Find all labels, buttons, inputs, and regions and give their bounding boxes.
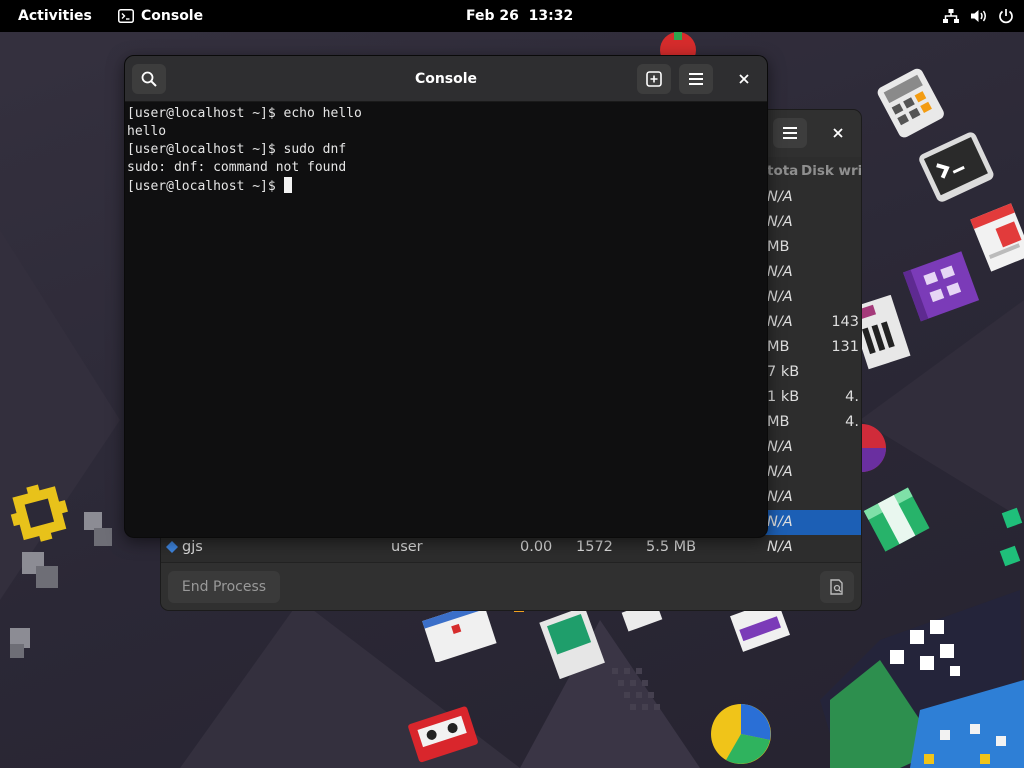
- end-process-button[interactable]: End Process: [168, 571, 280, 603]
- column-header-disk-total[interactable]: tota: [767, 157, 798, 185]
- column-header-disk-write[interactable]: Disk writ: [801, 157, 861, 185]
- green-package-icon: [863, 487, 930, 552]
- process-disk: N/A: [767, 539, 793, 555]
- terminal-line: [user@localhost ~]$ echo hello: [127, 106, 362, 121]
- terminal-app-icon: [919, 132, 994, 202]
- terminal-line: sudo: dnf: command not found: [127, 160, 347, 175]
- clock-time: 13:32: [528, 8, 574, 24]
- app-menu-label: Console: [141, 8, 204, 24]
- document-search-icon: [830, 579, 843, 595]
- process-memory: 5.5 MB: [646, 539, 697, 555]
- process-id: 1572: [576, 539, 613, 555]
- card-icon-purple: [730, 604, 791, 652]
- search-icon: [141, 71, 157, 87]
- main-menu-button[interactable]: [679, 64, 713, 94]
- system-monitor-close-button[interactable]: [826, 121, 850, 145]
- clock-date: Feb 26: [466, 8, 519, 24]
- terminal-line: hello: [127, 124, 167, 139]
- power-icon: [999, 9, 1013, 24]
- terminal-prompt-line: [user@localhost ~]$: [127, 177, 765, 195]
- cassette-icon: [408, 706, 478, 763]
- console-app-icon: [118, 9, 134, 23]
- new-tab-icon: [646, 71, 662, 87]
- terminal-prompt: [user@localhost ~]$: [127, 179, 284, 194]
- card-icon-green: [539, 606, 605, 680]
- app-menu-button[interactable]: Console: [110, 0, 211, 32]
- process-cpu: 0.00: [520, 539, 553, 555]
- clock-button[interactable]: Feb 26 13:32: [466, 0, 573, 32]
- pie-usage-icon: [711, 704, 771, 764]
- process-user: user: [391, 539, 423, 555]
- top-bar: Activities Console Feb 26 13:32: [0, 0, 1024, 32]
- card-icon-red: [422, 606, 497, 662]
- hamburger-icon: [783, 127, 797, 139]
- console-headerbar: Console: [125, 56, 767, 102]
- process-properties-button[interactable]: [820, 571, 854, 603]
- volume-icon: [971, 10, 986, 22]
- close-button[interactable]: [732, 67, 756, 91]
- close-icon: [833, 128, 843, 138]
- close-icon: [739, 74, 749, 84]
- search-button[interactable]: [132, 64, 166, 94]
- terminal-cursor: [283, 177, 292, 193]
- console-window[interactable]: Console [user@localhost ~]$ echo hello h…: [124, 55, 768, 538]
- system-monitor-menu-button[interactable]: [773, 118, 807, 148]
- network-icon: [943, 9, 959, 23]
- terminal-area[interactable]: [user@localhost ~]$ echo hello hello [us…: [125, 103, 767, 537]
- process-icon: [166, 541, 178, 553]
- system-monitor-footer: End Process: [161, 562, 861, 610]
- table-row-gjs[interactable]: gjs user 0.00 1572 5.5 MB N/A: [161, 535, 861, 560]
- terminal-line: [user@localhost ~]$ sudo dnf: [127, 142, 347, 157]
- new-tab-button[interactable]: [637, 64, 671, 94]
- calculator-icon: [877, 68, 944, 138]
- process-name: gjs: [182, 539, 203, 555]
- system-tray[interactable]: [942, 0, 1014, 32]
- activities-button[interactable]: Activities: [10, 0, 100, 32]
- hamburger-icon: [689, 73, 703, 85]
- gray-pixel-blobs: [10, 512, 112, 658]
